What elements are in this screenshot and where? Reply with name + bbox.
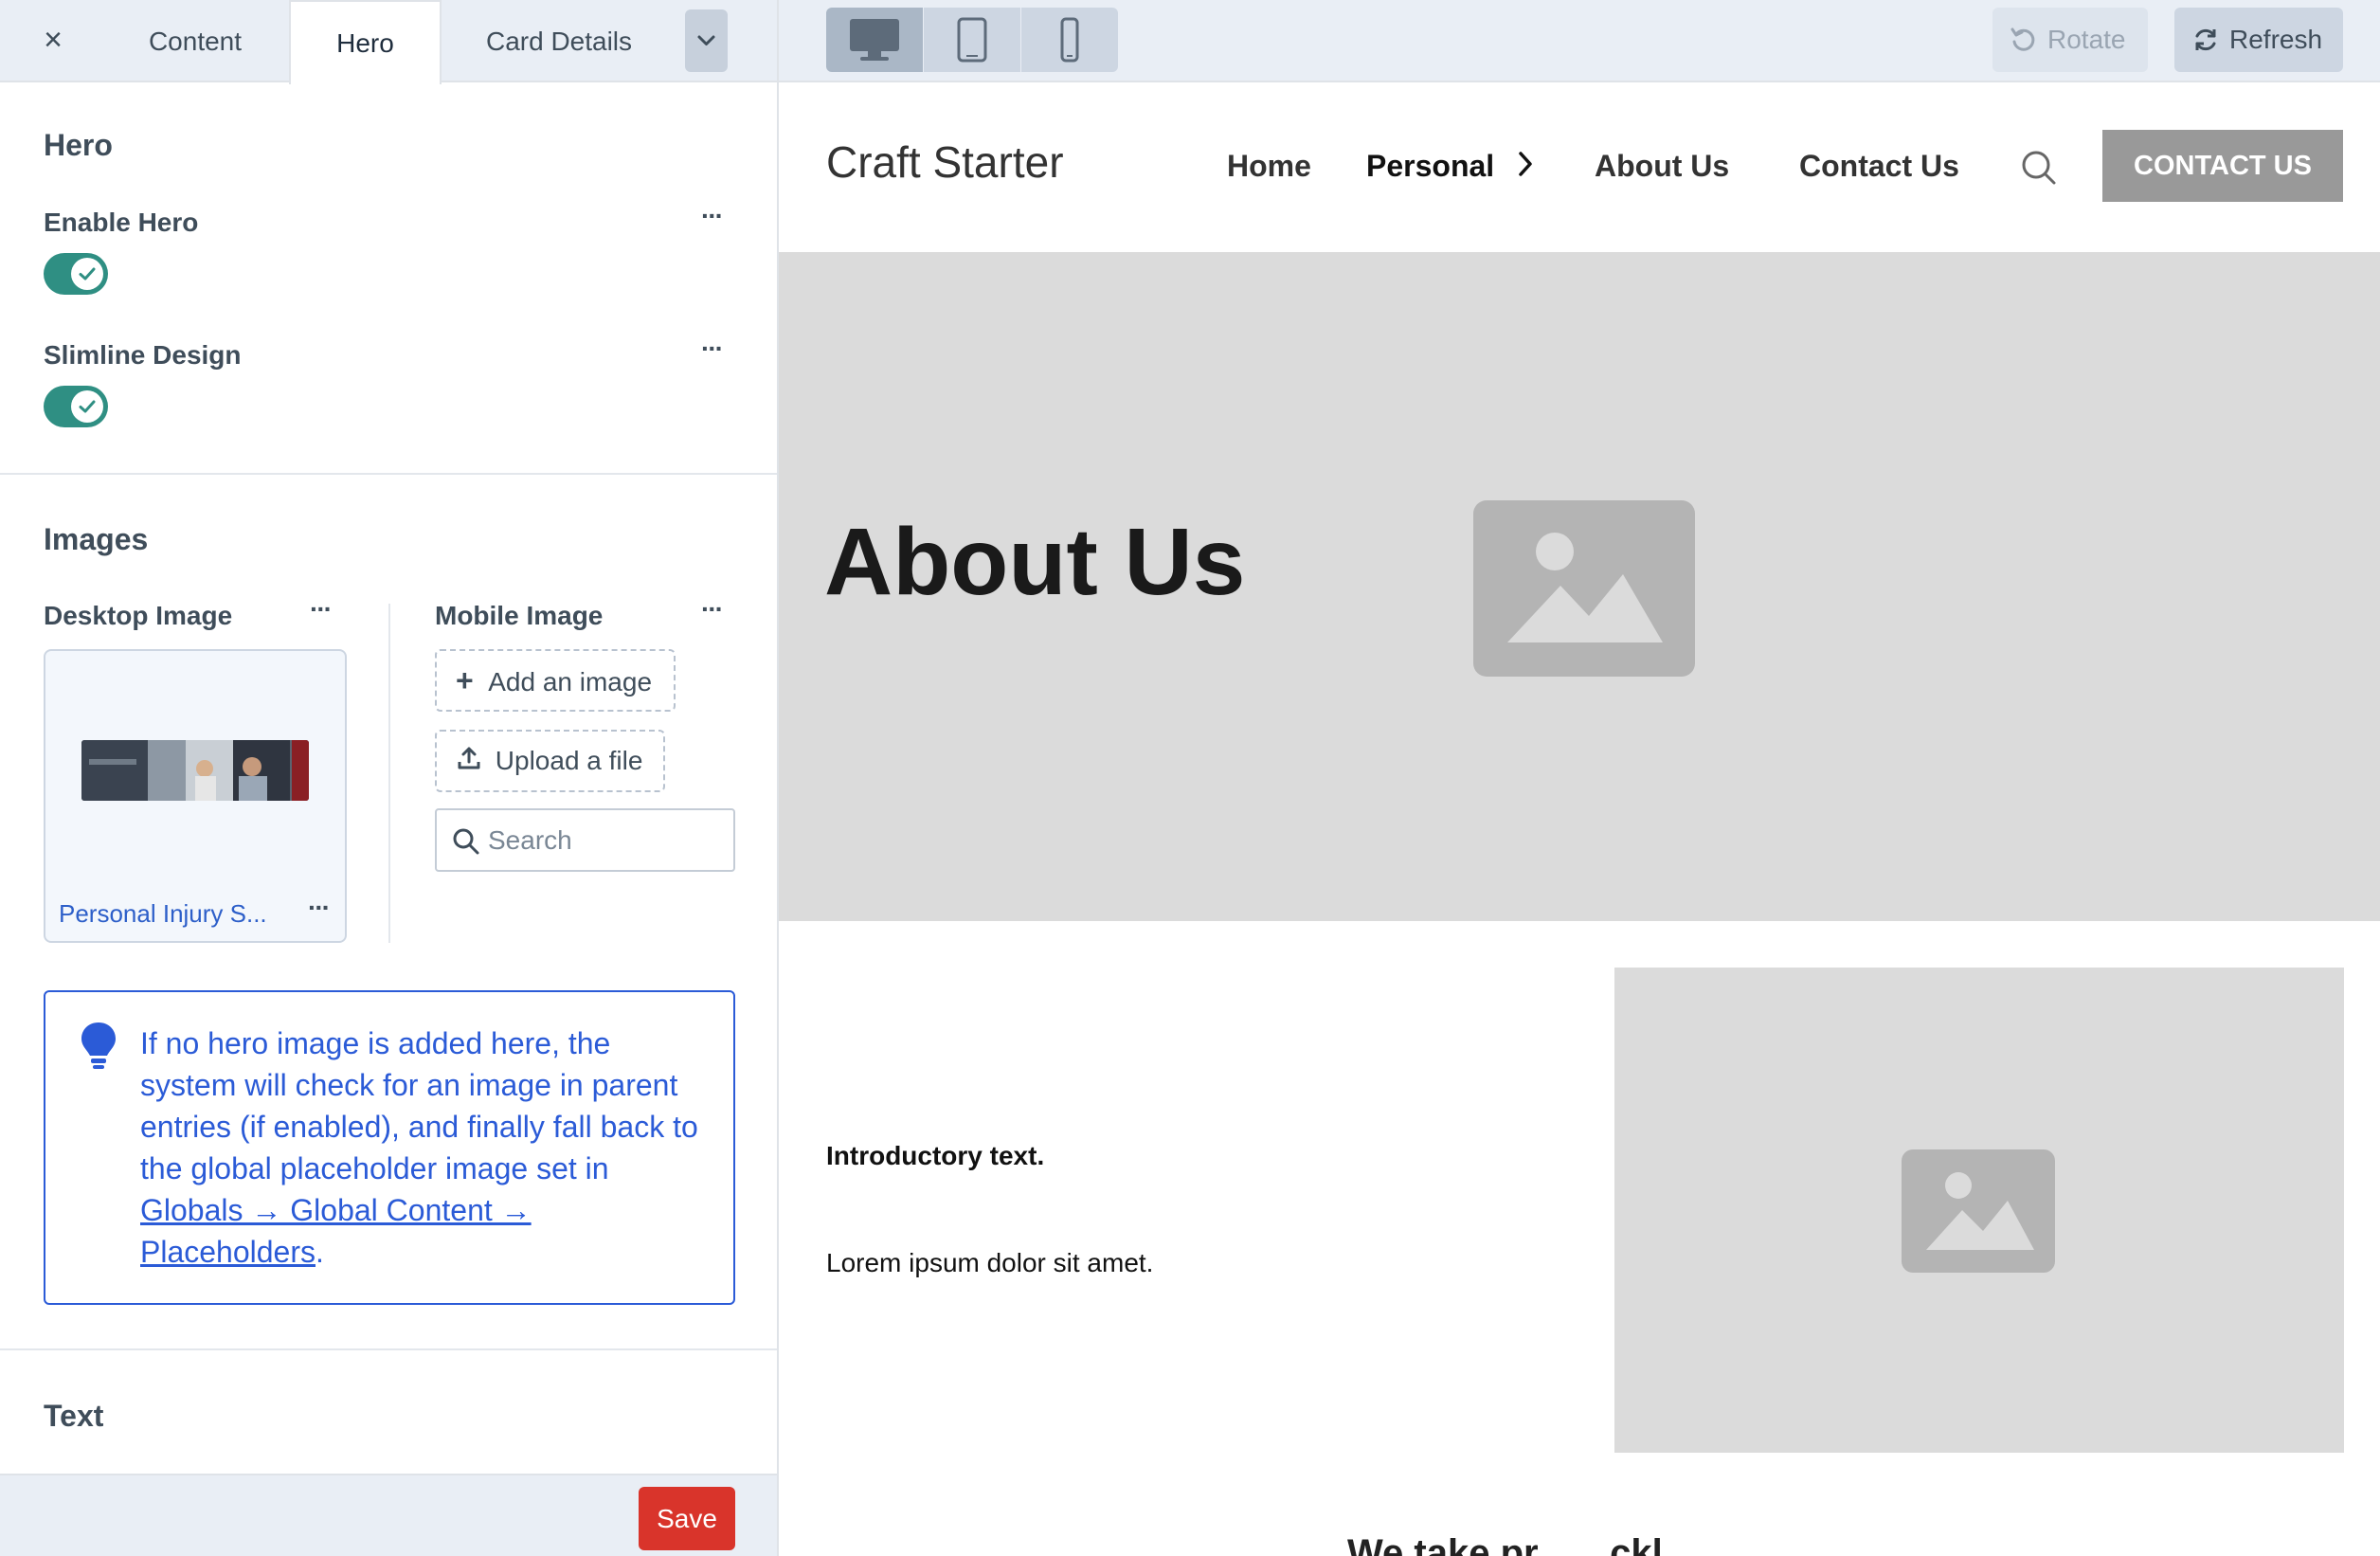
tab-bar: × Content Hero Card Details — [0, 0, 777, 84]
tab-card-details[interactable]: Card Details — [464, 0, 654, 82]
hero-title: About Us — [824, 509, 1246, 615]
hero-banner: About Us — [779, 252, 2380, 921]
enable-hero-label: Enable Hero — [44, 208, 199, 237]
image-placeholder-icon — [1902, 1149, 2055, 1273]
contact-us-cta-button[interactable]: CONTACT US — [2102, 130, 2343, 202]
asset-name[interactable]: Personal Injury S... — [59, 899, 267, 929]
tablet-device-button[interactable] — [924, 8, 1020, 72]
tip-text: If no hero image is added here, the syst… — [140, 1022, 699, 1273]
nav-personal[interactable]: Personal — [1366, 149, 1535, 184]
rotate-icon — [2010, 27, 2035, 51]
nav-home[interactable]: Home — [1227, 149, 1311, 184]
field-actions-icon[interactable]: ··· — [693, 203, 730, 232]
search-icon[interactable] — [2020, 149, 2058, 187]
section-title-images: Images — [44, 522, 149, 556]
globals-link[interactable]: Globals → Global Content → Placeholders — [140, 1193, 532, 1269]
refresh-label: Refresh — [2229, 25, 2323, 54]
search-icon — [453, 828, 479, 855]
section-divider — [0, 1348, 777, 1350]
panel-footer: Save — [0, 1474, 777, 1556]
tip-end: . — [316, 1235, 324, 1269]
fields-scroll-area[interactable]: Hero Enable Hero ··· Slimline Design ···… — [0, 84, 777, 1474]
tablet-icon — [957, 17, 987, 63]
tab-content[interactable]: Content — [104, 0, 286, 82]
add-image-label: Add an image — [488, 667, 653, 697]
intro-text: Introductory text. — [826, 1141, 1045, 1170]
image-placeholder-icon — [1473, 500, 1695, 677]
slimline-design-toggle[interactable] — [44, 386, 108, 427]
column-divider — [388, 604, 390, 943]
section-title-text: Text — [44, 1399, 104, 1433]
close-icon[interactable]: × — [34, 21, 72, 59]
slimline-design-label: Slimline Design — [44, 340, 242, 370]
refresh-icon — [2195, 28, 2216, 51]
asset-search-input[interactable]: Search — [435, 808, 735, 872]
rotate-button[interactable]: Rotate — [1992, 8, 2148, 72]
content-image-placeholder — [1614, 968, 2344, 1453]
mobile-image-label: Mobile Image — [435, 601, 604, 630]
enable-hero-toggle[interactable] — [44, 253, 108, 295]
refresh-button[interactable]: Refresh — [2174, 8, 2343, 72]
nav-contact-us[interactable]: Contact Us — [1799, 149, 1959, 184]
section-title-hero: Hero — [44, 128, 113, 162]
field-actions-icon[interactable]: ··· — [301, 596, 339, 625]
nav-personal-label: Personal — [1366, 149, 1495, 183]
section-heading: We take pr... ...ckl... — [1347, 1532, 1695, 1556]
live-preview-pane: Rotate Refresh Craft Starter Home Person… — [779, 0, 2380, 1556]
lightbulb-icon — [81, 1022, 116, 1069]
field-actions-icon[interactable]: ··· — [693, 596, 730, 625]
field-layout-panel: × Content Hero Card Details Hero Enable … — [0, 0, 779, 1556]
tab-hero[interactable]: Hero — [289, 0, 442, 84]
chevron-right-icon — [1519, 152, 1532, 176]
save-button[interactable]: Save — [639, 1487, 735, 1550]
body-text: Lorem ipsum dolor sit amet. — [826, 1248, 1154, 1277]
info-tip: If no hero image is added here, the syst… — [44, 990, 735, 1305]
search-placeholder: Search — [488, 825, 572, 855]
rotate-label: Rotate — [2047, 25, 2126, 54]
chevron-down-icon — [697, 35, 715, 45]
desktop-image-label: Desktop Image — [44, 601, 233, 630]
desktop-icon — [850, 19, 899, 61]
nav-about-us[interactable]: About Us — [1595, 149, 1729, 184]
section-divider — [0, 473, 777, 475]
add-image-button[interactable]: + Add an image — [435, 649, 676, 712]
plus-icon: + — [456, 663, 474, 697]
mobile-icon — [1060, 17, 1079, 63]
preview-page: Craft Starter Home Personal About Us Con… — [779, 84, 2380, 1556]
desktop-device-button[interactable] — [826, 8, 923, 72]
preview-toolbar: Rotate Refresh — [779, 0, 2380, 82]
asset-card[interactable]: Personal Injury S... ··· — [44, 649, 347, 943]
asset-thumbnail — [81, 740, 309, 801]
upload-icon — [456, 733, 488, 792]
field-actions-icon[interactable]: ··· — [693, 335, 730, 365]
asset-actions-icon[interactable]: ··· — [299, 895, 337, 924]
check-icon — [71, 390, 103, 423]
check-icon — [71, 258, 103, 290]
site-logo[interactable]: Craft Starter — [826, 136, 1064, 188]
upload-file-label: Upload a file — [495, 746, 643, 775]
upload-file-button[interactable]: Upload a file — [435, 730, 665, 792]
mobile-device-button[interactable] — [1021, 8, 1118, 72]
tip-body: If no hero image is added here, the syst… — [140, 1026, 698, 1185]
more-tabs-button[interactable] — [685, 9, 728, 72]
